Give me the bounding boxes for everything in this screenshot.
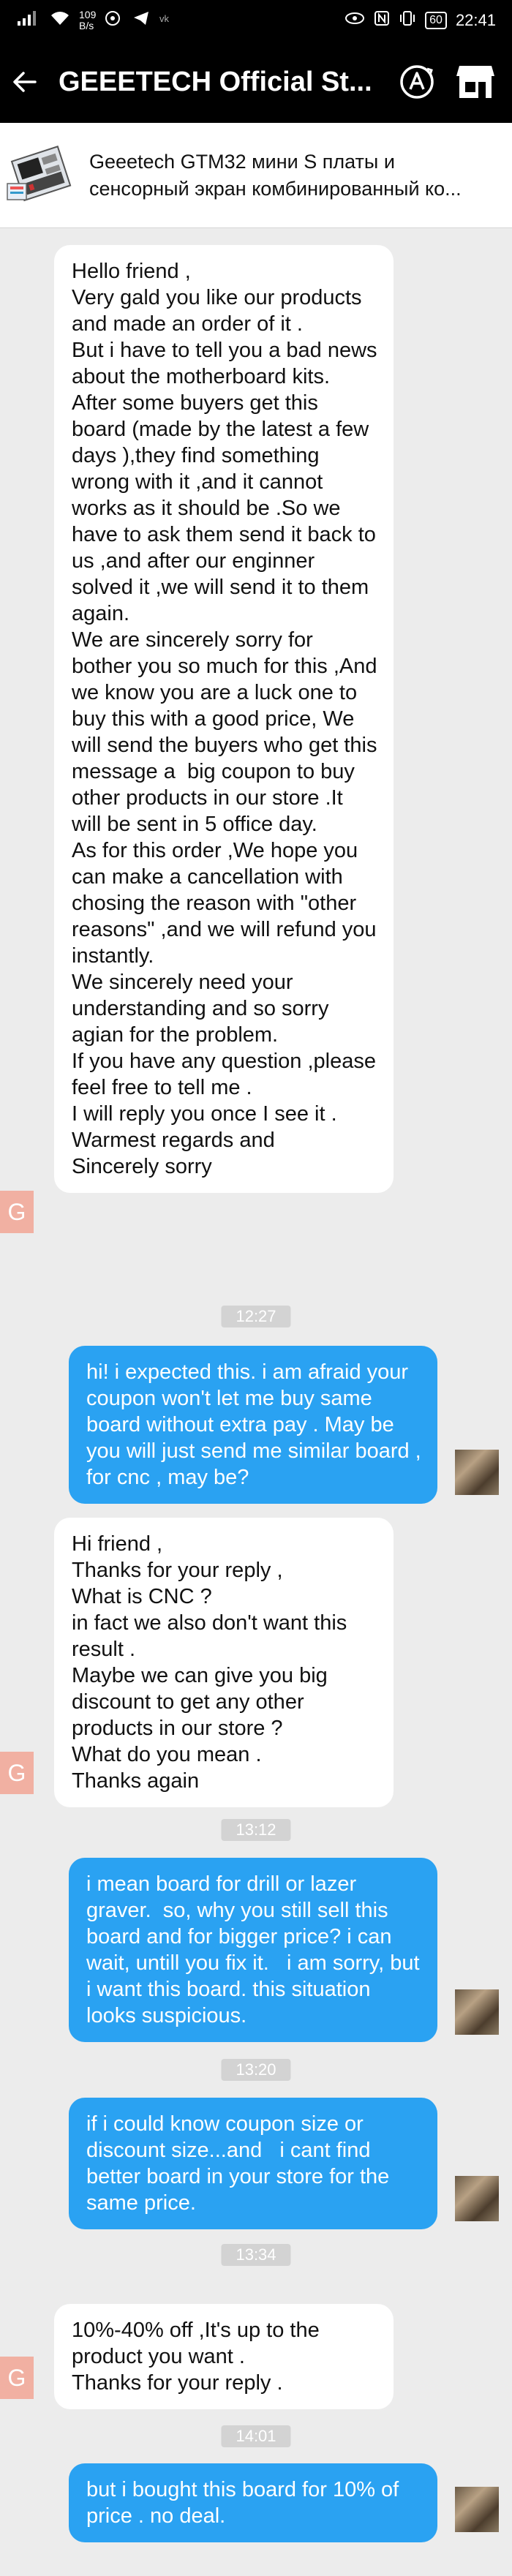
wifi-icon (50, 10, 70, 31)
timestamp: 13:12 (221, 1819, 291, 1841)
message-incoming[interactable]: Hello friend , Very gald you like our pr… (54, 245, 394, 1193)
page-title: GEEETECH Official St... (59, 66, 372, 97)
seller-avatar[interactable]: G (0, 2357, 34, 2399)
status-right: 60 22:41 (345, 10, 496, 31)
user-avatar[interactable] (455, 2487, 499, 2532)
vibrate-icon (399, 10, 416, 31)
message-outgoing[interactable]: hi! i expected this. i am afraid your co… (69, 1346, 437, 1504)
store-icon[interactable] (453, 60, 497, 104)
vk-icon: vk (159, 10, 175, 31)
user-avatar[interactable] (455, 1989, 499, 2035)
message-incoming[interactable]: Hi friend , Thanks for your reply , What… (54, 1518, 394, 1807)
net-speed-value: 109 (79, 9, 97, 20)
message-outgoing[interactable]: but i bought this board for 10% of price… (69, 2463, 437, 2542)
clock: 22:41 (455, 11, 496, 29)
user-avatar[interactable] (455, 1450, 499, 1495)
seller-avatar[interactable]: G (0, 1752, 34, 1794)
timestamp: 12:27 (221, 1306, 291, 1327)
status-bar: 109 B/s vk 60 22:41 (0, 0, 512, 41)
product-banner[interactable]: Geeetech GTM32 мини S платы и сенсорный … (0, 123, 512, 228)
net-speed-unit: B/s (79, 20, 94, 31)
status-left: 109 B/s vk (16, 10, 175, 31)
battery-icon: 60 (425, 12, 447, 29)
svg-text:vk: vk (159, 13, 170, 24)
user-avatar[interactable] (455, 2176, 499, 2221)
network-speed: 109 B/s (79, 10, 96, 31)
message-outgoing[interactable]: i mean board for drill or lazer graver. … (69, 1858, 437, 2042)
eye-icon (345, 10, 365, 31)
notification-icon (105, 10, 124, 31)
app-bar: GEEETECH Official St... (0, 41, 512, 123)
seller-avatar[interactable]: G (0, 1191, 34, 1233)
timestamp: 13:20 (221, 2059, 291, 2081)
message-outgoing[interactable]: if i could know coupon size or discount … (69, 2098, 437, 2229)
timestamp: 13:34 (221, 2244, 291, 2266)
product-name: Geeetech GTM32 мини S платы и сенсорный … (89, 150, 462, 200)
translate-icon[interactable] (395, 60, 439, 104)
timestamp: 14:01 (221, 2425, 291, 2447)
telegram-icon (132, 10, 150, 31)
signal-icon (16, 10, 41, 31)
nfc-icon (374, 10, 390, 31)
back-arrow-icon[interactable] (4, 61, 45, 102)
product-thumbnail (4, 138, 79, 213)
message-incoming[interactable]: 10%-40% off ,It's up to the product you … (54, 2304, 394, 2409)
